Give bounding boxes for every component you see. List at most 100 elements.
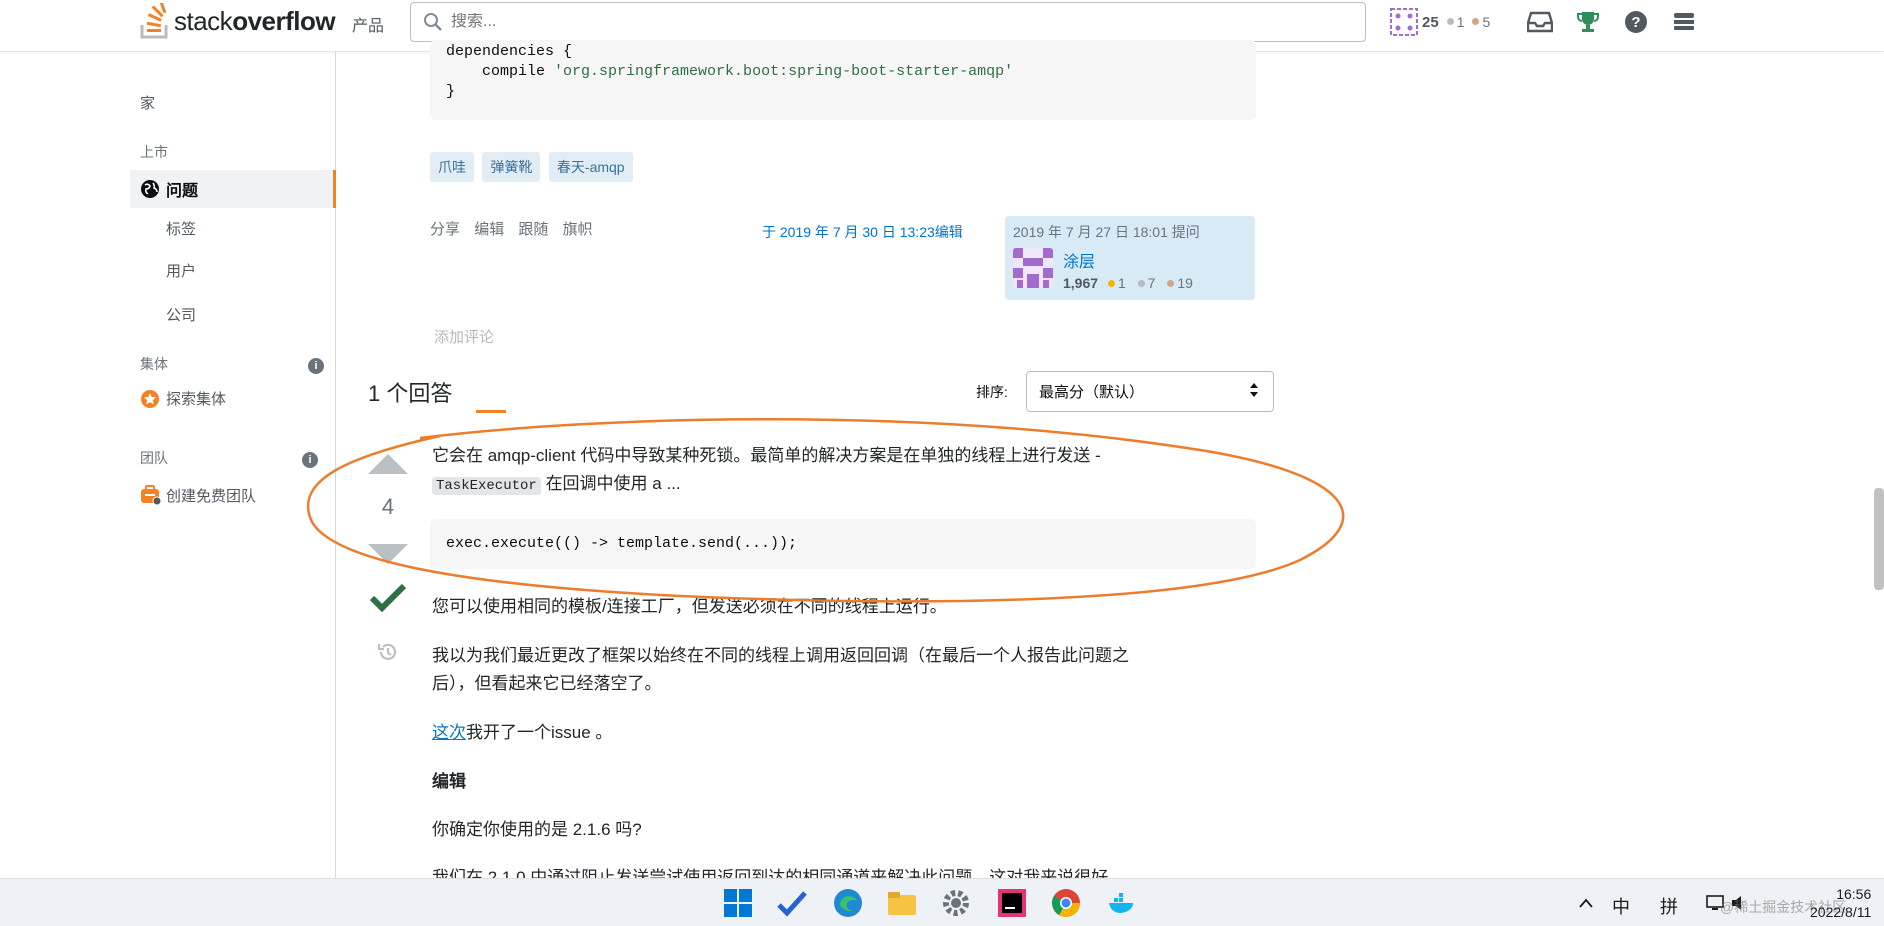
code-string: 'org.springframework.boot:spring-boot-st… [554,63,1014,80]
identicon-icon [1013,248,1053,288]
nav-questions[interactable]: 问题 [130,170,336,208]
stack-exchange-icon [1674,13,1695,30]
file-explorer-icon[interactable] [886,887,918,919]
inbox-button[interactable] [1526,8,1554,36]
silver-badge-count: 1 [1456,14,1465,30]
answer-paragraph-3: 我以为我们最近更改了框架以始终在不同的线程上调用返回回调（在最后一个人报告此问题… [432,642,1212,698]
question-tags: 爪哇 弹簧靴 春天-amqp [430,152,637,182]
collectives-info-icon[interactable]: i [308,358,324,374]
user-avatar-icon[interactable] [1390,8,1418,36]
owner-name[interactable]: 涂层 [1063,248,1193,272]
products-link[interactable]: 产品 [352,12,384,36]
bronze-badge-icon [1167,280,1175,287]
nav-questions-label: 问题 [166,183,199,200]
sort-label: 排序: [976,384,1008,400]
answer-paragraph-5: 你确定你使用的是 2.1.6 吗? [432,820,642,839]
tray-chevron-up-icon[interactable] [1578,897,1594,909]
intellij-icon[interactable] [996,887,1028,919]
edited-timestamp[interactable]: 于 2019 年 7 月 30 日 13:23编辑 [762,222,963,242]
clock-time: 16:56 [1836,886,1872,902]
sort-select[interactable]: 最高分（默认） [1026,371,1274,412]
help-icon: ? [1625,11,1648,33]
edit-heading: 编辑 [432,772,466,791]
nav-companies[interactable]: 公司 [166,304,196,325]
tag-java[interactable]: 爪哇 [430,152,474,182]
sort-selected-value: 最高分（默认） [1039,384,1145,401]
issue-link[interactable]: 这次 [432,723,466,742]
top-bar-icons: 25 1 5 ? [1390,2,1698,42]
tag-spring-amqp[interactable]: 春天-amqp [548,152,633,182]
silver-badge-icon [1137,280,1145,287]
question-post-menu: 分享 编辑 跟随 旗帜 [430,218,603,239]
scrollbar-thumb[interactable] [1874,488,1884,590]
owner-stats: 1,967 1 7 19 [1063,275,1193,291]
nav-home[interactable]: 家 [140,92,155,113]
todo-check-icon[interactable] [776,887,808,919]
system-clock[interactable]: 16:56 2022/8/11 [1810,885,1871,921]
page-scrollbar[interactable] [1872,52,1884,878]
clock-date: 2022/8/11 [1810,904,1872,920]
briefcase-icon [141,485,162,506]
nav-create-team[interactable]: 创建免费团队 [140,484,256,506]
screen: stackoverflow 产品 25 1 5 [0,0,1884,926]
chrome-browser-icon[interactable] [1050,887,1082,919]
answer-text: 我以为我们最近更改了框架以始终在不同的线程上调用返回回调（在最后一个人报告此问题… [432,646,1129,665]
owner-avatar[interactable] [1013,248,1053,288]
svg-text:?: ? [1632,14,1641,31]
nav-create-team-label: 创建免费团队 [166,487,257,505]
nav-users[interactable]: 用户 [166,260,196,281]
windows-start-icon[interactable] [722,887,754,919]
silver-badge-icon [1446,18,1454,25]
answer-text: 我开了一个issue 。 [466,723,613,742]
asked-timestamp: 2019 年 7 月 27 日 18:01 提问 [1013,224,1200,240]
share-link[interactable]: 分享 [430,221,460,238]
question-code-block: dependencies { compile 'org.springframew… [430,40,1256,120]
help-button[interactable]: ? [1622,8,1650,36]
gold-badge-count: 1 [1117,275,1126,291]
answer-text: 我们在 2.1.0 中通过阻止发送尝试使用返回到达的相同通道来解决此问题，这对我… [432,868,1126,878]
search-input[interactable] [451,13,1331,31]
add-comment-link[interactable]: 添加评论 [434,326,494,347]
ime-chinese-indicator[interactable]: 中 [1612,893,1630,919]
owner-reputation: 1,967 [1063,275,1099,291]
bronze-badge-icon [1472,18,1480,25]
globe-icon [141,180,159,198]
answer-paragraph-4: 这次我开了一个issue 。 [432,719,612,747]
logo-text: stackoverflow [174,5,336,36]
question-owner-card: 2019 年 7 月 27 日 18:01 提问 涂层 1,967 1 7 19 [1005,216,1255,300]
code-line: } [446,83,456,100]
docker-icon[interactable] [1106,887,1138,919]
answers-count-heading: 1 个回答 [368,381,453,406]
collectives-star-icon [141,389,159,408]
nav-section-public: 上市 [140,144,168,160]
edit-link[interactable]: 编辑 [474,221,504,238]
search-box[interactable] [410,2,1366,42]
windows-taskbar: 中 拼 @稀土掘金技术社区 16:56 2022/8/11 [0,878,1884,926]
code-line: dependencies { [446,43,573,60]
nav-tags[interactable]: 标签 [166,218,196,239]
settings-gear-icon[interactable] [940,887,972,919]
gold-badge-icon [1107,280,1115,287]
left-sidebar: 家 上市 问题 标签 用户 公司 集体 i 探索集体 团队 i 创建免费团队 [0,52,336,878]
ime-pinyin-indicator[interactable]: 拼 [1660,893,1678,919]
site-switcher-button[interactable] [1670,8,1698,36]
search-icon [424,13,442,31]
edge-browser-icon[interactable] [832,887,864,919]
code-line: compile 'org.springframework.boot:spring… [446,62,1240,82]
history-icon[interactable] [376,640,400,664]
nav-explore-collectives[interactable]: 探索集体 [140,388,226,409]
answer-paragraph-6: 我们在 2.1.0 中通过阻止发送尝试使用返回到达的相同通道来解决此问题，这对我… [432,864,1125,878]
silver-badge-count: 7 [1147,275,1156,291]
answer-text: 后），但看起来它已经落空了。 [432,674,662,693]
trophy-icon [1577,12,1600,32]
bronze-badge-count: 19 [1177,275,1193,291]
annotation-ellipse [306,418,1345,603]
stackoverflow-logo-icon [140,3,168,39]
nav-section-teams: 团队 [140,450,168,466]
tag-spring-boot[interactable]: 弹簧靴 [482,152,541,182]
flag-link[interactable]: 旗帜 [563,221,593,238]
achievements-button[interactable] [1574,8,1602,36]
inbox-icon [1527,11,1554,33]
stackoverflow-logo[interactable]: stackoverflow [140,0,336,42]
follow-link[interactable]: 跟随 [518,221,548,238]
